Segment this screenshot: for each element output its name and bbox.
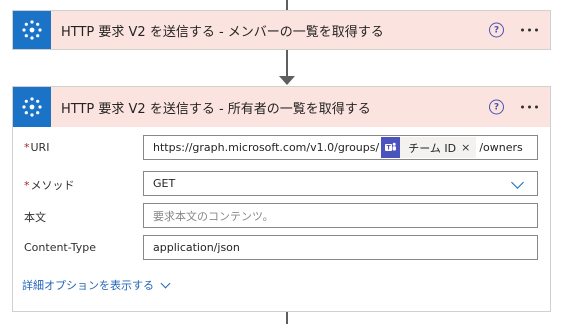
body-input[interactable]: 要求本文のコンテンツ。 bbox=[143, 203, 538, 228]
uri-label: *URI bbox=[24, 141, 50, 154]
method-label: *メソッド bbox=[24, 179, 75, 192]
ellipsis-icon[interactable] bbox=[521, 28, 538, 32]
team-id-token[interactable]: T チーム ID × bbox=[381, 137, 477, 158]
chevron-down-icon[interactable] bbox=[511, 176, 524, 189]
action-card-owners[interactable]: HTTP 要求 V2 を送信する - 所有者の一覧を取得する ? *URI ht… bbox=[12, 86, 551, 312]
action-card-header[interactable]: HTTP 要求 V2 を送信する - 所有者の一覧を取得する ? bbox=[13, 87, 550, 127]
token-label: チーム ID bbox=[408, 141, 457, 155]
advanced-link-label: 詳細オプションを表示する bbox=[22, 279, 154, 292]
show-advanced-options-link[interactable]: 詳細オプションを表示する bbox=[22, 277, 171, 293]
ellipsis-icon[interactable] bbox=[521, 105, 538, 109]
connector-top bbox=[286, 0, 288, 10]
chevron-down-icon bbox=[160, 278, 171, 288]
token-close-icon[interactable]: × bbox=[461, 141, 476, 154]
method-select[interactable]: GET bbox=[143, 171, 538, 196]
body-placeholder: 要求本文のコンテンツ。 bbox=[153, 209, 274, 223]
teams-icon: T bbox=[381, 137, 401, 158]
action-title: HTTP 要求 V2 を送信する - 所有者の一覧を取得する bbox=[61, 101, 371, 117]
content-type-input[interactable]: application/json bbox=[143, 235, 538, 260]
uri-prefix: https://graph.microsoft.com/v1.0/groups/ bbox=[153, 141, 380, 154]
graph-connector-icon bbox=[13, 87, 51, 127]
required-mark: * bbox=[24, 141, 30, 154]
connector-bottom bbox=[286, 312, 288, 324]
action-title: HTTP 要求 V2 を送信する - メンバーの一覧を取得する bbox=[61, 24, 384, 40]
connector-middle bbox=[286, 50, 288, 76]
uri-suffix: /owners bbox=[479, 141, 523, 154]
question-circle-icon[interactable]: ? bbox=[489, 99, 504, 115]
body-label: 本文 bbox=[24, 211, 46, 224]
arrow-down-icon bbox=[279, 76, 295, 85]
content-type-label: Content-Type bbox=[24, 241, 96, 254]
method-value: GET bbox=[153, 177, 176, 190]
graph-connector-icon bbox=[13, 11, 51, 49]
action-card-header[interactable]: HTTP 要求 V2 を送信する - メンバーの一覧を取得する ? bbox=[13, 11, 550, 49]
uri-input[interactable]: https://graph.microsoft.com/v1.0/groups/… bbox=[143, 135, 538, 160]
question-circle-icon[interactable]: ? bbox=[489, 22, 504, 38]
action-card-members[interactable]: HTTP 要求 V2 を送信する - メンバーの一覧を取得する ? bbox=[12, 10, 551, 50]
required-mark: * bbox=[24, 179, 30, 192]
content-type-value: application/json bbox=[153, 241, 240, 254]
